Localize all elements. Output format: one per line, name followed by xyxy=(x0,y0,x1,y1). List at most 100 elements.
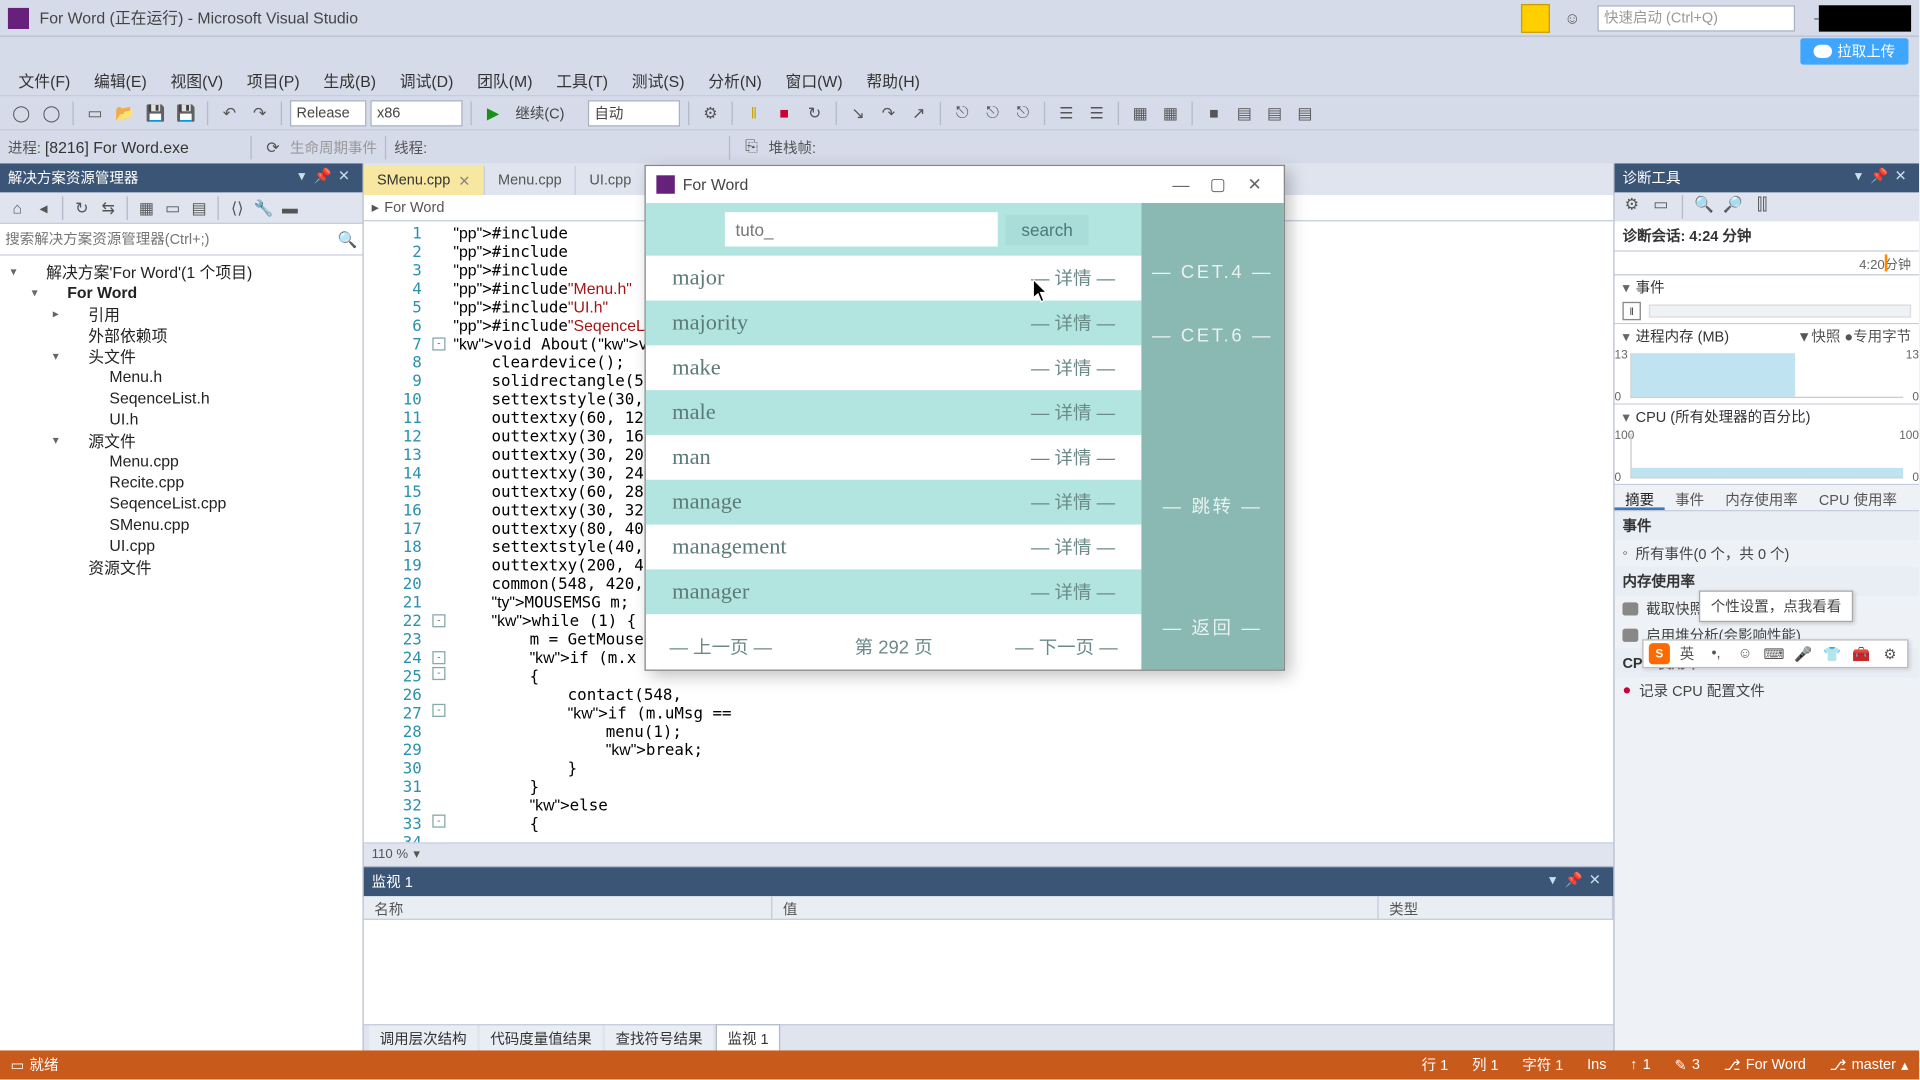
editor-tab[interactable]: Menu.cpp xyxy=(485,166,576,195)
ime-skin-icon[interactable]: 👕 xyxy=(1820,642,1844,666)
word-detail-button[interactable]: — 详情 — xyxy=(1031,444,1115,470)
diag-mem-hdr[interactable]: ▾进程内存 (MB) ▼快照 ●专用字节 xyxy=(1615,324,1919,348)
solx-wrench-icon[interactable]: 🔧 xyxy=(252,196,276,220)
cpu-graph[interactable]: 1000 1000 xyxy=(1615,428,1919,483)
word-detail-button[interactable]: — 详情 — xyxy=(1031,534,1115,560)
menu-analyze[interactable]: 分析(N) xyxy=(698,67,773,95)
word-row[interactable]: man— 详情 — xyxy=(646,435,1142,480)
solx-preview-icon[interactable]: ⟨⟩ xyxy=(225,196,249,220)
word-detail-button[interactable]: — 详情 — xyxy=(1031,355,1115,381)
status-repo[interactable]: ⎇For Word xyxy=(1724,1056,1806,1073)
tree-node[interactable]: SMenu.cpp xyxy=(0,514,362,535)
editor-zoom[interactable]: 110 %▾ xyxy=(364,842,1613,866)
fold-gutter[interactable]: ------ xyxy=(430,221,448,842)
word-row[interactable]: male— 详情 — xyxy=(646,390,1142,435)
forword-side-cet4[interactable]: — CET.4 — xyxy=(1152,256,1273,288)
tree-node[interactable]: SeqenceList.cpp xyxy=(0,493,362,514)
word-row[interactable]: manage— 详情 — xyxy=(646,480,1142,525)
save-icon[interactable]: 💾 xyxy=(142,100,168,126)
diag-select-tools-icon[interactable]: ▭ xyxy=(1649,195,1673,219)
solx-dropdown-icon[interactable]: ▾ xyxy=(291,167,312,188)
toolbar-icon-j[interactable]: ▤ xyxy=(1261,100,1287,126)
platform-select[interactable]: x86 xyxy=(370,100,462,126)
word-detail-button[interactable]: — 详情 — xyxy=(1031,489,1115,515)
watch-col-name[interactable]: 名称 xyxy=(364,896,773,918)
memory-graph[interactable]: 130 130 xyxy=(1615,348,1919,403)
ime-emoji-icon[interactable]: ☺ xyxy=(1733,642,1757,666)
solx-showall-icon[interactable]: ▦ xyxy=(134,196,158,220)
solx-refresh-icon[interactable]: ↻ xyxy=(70,196,94,220)
forword-side-back[interactable]: — 返回 — xyxy=(1163,609,1263,646)
forword-minimize-button[interactable]: — xyxy=(1162,175,1199,195)
menu-edit[interactable]: 编辑(E) xyxy=(83,67,157,95)
solx-sync-icon[interactable]: ⇆ xyxy=(96,196,120,220)
feedback-icon[interactable]: ☺ xyxy=(1558,3,1587,32)
cloud-upload-button[interactable]: 拉取上传 xyxy=(1800,38,1908,64)
word-row[interactable]: major— 详情 — xyxy=(646,256,1142,301)
solx-search[interactable]: 🔍 xyxy=(0,224,362,256)
pause-button-icon[interactable]: ‖ xyxy=(1622,302,1640,320)
process-select[interactable]: [8216] For Word.exe xyxy=(45,138,243,156)
toolbar-icon-f[interactable]: ▦ xyxy=(1127,100,1153,126)
diag-tab-events[interactable]: 事件 xyxy=(1665,485,1715,510)
redo-icon[interactable]: ↷ xyxy=(246,100,272,126)
debug-target-icon[interactable]: ⚙ xyxy=(697,100,723,126)
toolbar-icon-i[interactable]: ▤ xyxy=(1231,100,1257,126)
breadcrumb-project[interactable]: For Word xyxy=(384,200,444,216)
ime-lang-button[interactable]: 英 xyxy=(1675,642,1699,666)
diag-cpu-hdr[interactable]: ▾CPU (所有处理器的百分比) xyxy=(1615,405,1919,429)
forword-maximize-button[interactable]: ▢ xyxy=(1199,174,1236,195)
diag-dropdown-icon[interactable]: ▾ xyxy=(1848,167,1869,188)
word-row[interactable]: manager— 详情 — xyxy=(646,569,1142,614)
tab-watch1[interactable]: 监视 1 xyxy=(716,1024,781,1052)
solx-close-icon[interactable]: ✕ xyxy=(333,167,354,188)
diag-tab-cpu[interactable]: CPU 使用率 xyxy=(1808,485,1907,510)
word-row[interactable]: majority— 详情 — xyxy=(646,301,1142,346)
continue-label[interactable]: 继续(C) xyxy=(510,100,584,126)
watch-dropdown-icon[interactable]: ▾ xyxy=(1542,871,1563,892)
status-branch[interactable]: ⎇master▴ xyxy=(1830,1056,1909,1073)
forword-close-button[interactable]: ✕ xyxy=(1236,174,1273,195)
diag-zoomin-icon[interactable]: 🔍 xyxy=(1692,195,1716,219)
thread-icon[interactable]: ⎘ xyxy=(738,134,764,160)
toolbar-icon-h[interactable]: ■ xyxy=(1201,100,1227,126)
step-out-icon[interactable]: ↗ xyxy=(905,100,931,126)
ime-punct-icon[interactable]: •, xyxy=(1704,642,1728,666)
restart-icon[interactable]: ↻ xyxy=(801,100,827,126)
tree-node[interactable]: SeqenceList.h xyxy=(0,387,362,408)
editor-tab[interactable]: SMenu.cpp✕ xyxy=(364,166,485,195)
menu-window[interactable]: 窗口(W) xyxy=(775,67,853,95)
diag-timeline[interactable]: 4:20分钟 xyxy=(1615,252,1919,276)
tree-node[interactable]: Menu.h xyxy=(0,366,362,387)
menu-project[interactable]: 项目(P) xyxy=(236,67,310,95)
tree-node[interactable]: ▾源文件 xyxy=(0,430,362,451)
tree-node[interactable]: UI.cpp xyxy=(0,535,362,556)
ime-toolbox-icon[interactable]: 🧰 xyxy=(1849,642,1873,666)
pause-icon[interactable]: ‖ xyxy=(741,100,767,126)
search-icon[interactable]: 🔍 xyxy=(337,230,357,248)
tree-node[interactable]: 外部依赖项 xyxy=(0,324,362,345)
toolbar-icon-k[interactable]: ▤ xyxy=(1292,100,1318,126)
quick-launch-input[interactable]: 快速启动 (Ctrl+Q) xyxy=(1597,5,1795,31)
menu-tools[interactable]: 工具(T) xyxy=(546,67,619,95)
diag-zoomout-icon[interactable]: 🔎 xyxy=(1721,195,1745,219)
forword-search-button[interactable]: search xyxy=(1006,214,1089,244)
menu-file[interactable]: 文件(F) xyxy=(8,67,81,95)
solx-pin-icon[interactable]: 📌 xyxy=(312,167,333,188)
diag-settings-icon[interactable]: ⚙ xyxy=(1620,195,1644,219)
menu-debug[interactable]: 调试(D) xyxy=(389,67,464,95)
tree-node[interactable]: Recite.cpp xyxy=(0,472,362,493)
diag-pin-icon[interactable]: 📌 xyxy=(1869,167,1890,188)
solx-filter-icon[interactable]: ▬ xyxy=(278,196,302,220)
tab-metrics[interactable]: 代码度量值结果 xyxy=(480,1025,603,1051)
tree-node[interactable]: Menu.cpp xyxy=(0,451,362,472)
new-project-icon[interactable]: ▭ xyxy=(82,100,108,126)
word-row[interactable]: make— 详情 — xyxy=(646,345,1142,390)
stop-icon[interactable]: ■ xyxy=(771,100,797,126)
open-icon[interactable]: 📂 xyxy=(112,100,138,126)
forword-side-jump[interactable]: — 跳转 — xyxy=(1163,488,1263,525)
ime-settings-icon[interactable]: ⚙ xyxy=(1878,642,1902,666)
forword-next-page[interactable]: — 下一页 — xyxy=(1015,634,1118,660)
word-detail-button[interactable]: — 详情 — xyxy=(1031,579,1115,605)
nav-back-icon[interactable]: ◯ xyxy=(8,100,34,126)
